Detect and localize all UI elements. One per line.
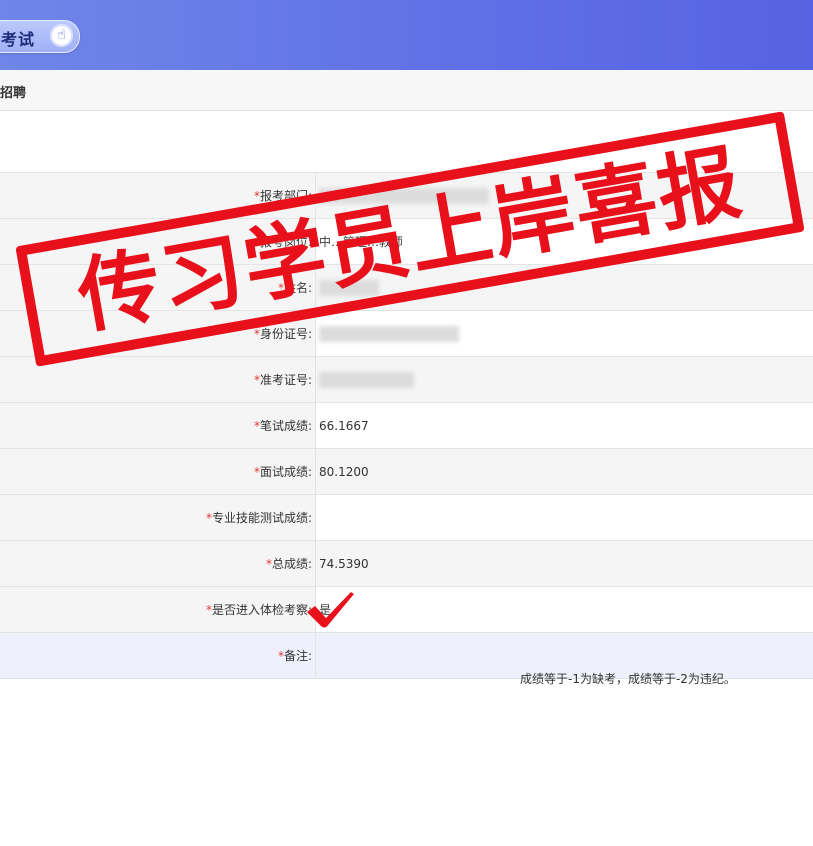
- breadcrumb-text: 招聘: [0, 86, 27, 101]
- form-value: 是: [315, 586, 813, 633]
- exam-nav-label: 考试: [1, 30, 36, 49]
- pointing-hand-icon: ☝: [50, 24, 73, 47]
- score-footnote: 成绩等于-1为缺考，成绩等于-2为违纪。: [520, 672, 736, 686]
- breadcrumb: 招聘: [0, 70, 813, 111]
- redacted-value: [319, 325, 459, 342]
- form-label: *面试成绩:: [0, 448, 316, 495]
- form-label: *总成绩:: [0, 540, 316, 587]
- form-value: 80.1200: [315, 448, 813, 495]
- top-banner: 考试 ☝: [0, 0, 813, 70]
- form-label: *专业技能测试成绩:: [0, 494, 316, 541]
- form-row-physical-exam: *是否进入体检考察: 是: [0, 586, 813, 633]
- form-row-written-score: *笔试成绩: 66.1667: [0, 402, 813, 449]
- exam-nav-button[interactable]: 考试 ☝: [0, 20, 80, 53]
- form-value: [315, 494, 813, 541]
- form-value: [315, 310, 813, 357]
- form-value: [315, 356, 813, 403]
- checkmark-icon: [307, 592, 354, 628]
- form-label: *笔试成绩:: [0, 402, 316, 449]
- redacted-value: [319, 371, 414, 388]
- form-row-interview-score: *面试成绩: 80.1200: [0, 448, 813, 495]
- form-row-skill-score: *专业技能测试成绩:: [0, 494, 813, 541]
- form-label: *是否进入体检考察:: [0, 586, 316, 633]
- form-row-total-score: *总成绩: 74.5390: [0, 540, 813, 587]
- form-value: 74.5390: [315, 540, 813, 587]
- form-label: *备注:: [0, 632, 316, 679]
- form-row-ticket-number: *准考证号:: [0, 356, 813, 403]
- form-value: 66.1667: [315, 402, 813, 449]
